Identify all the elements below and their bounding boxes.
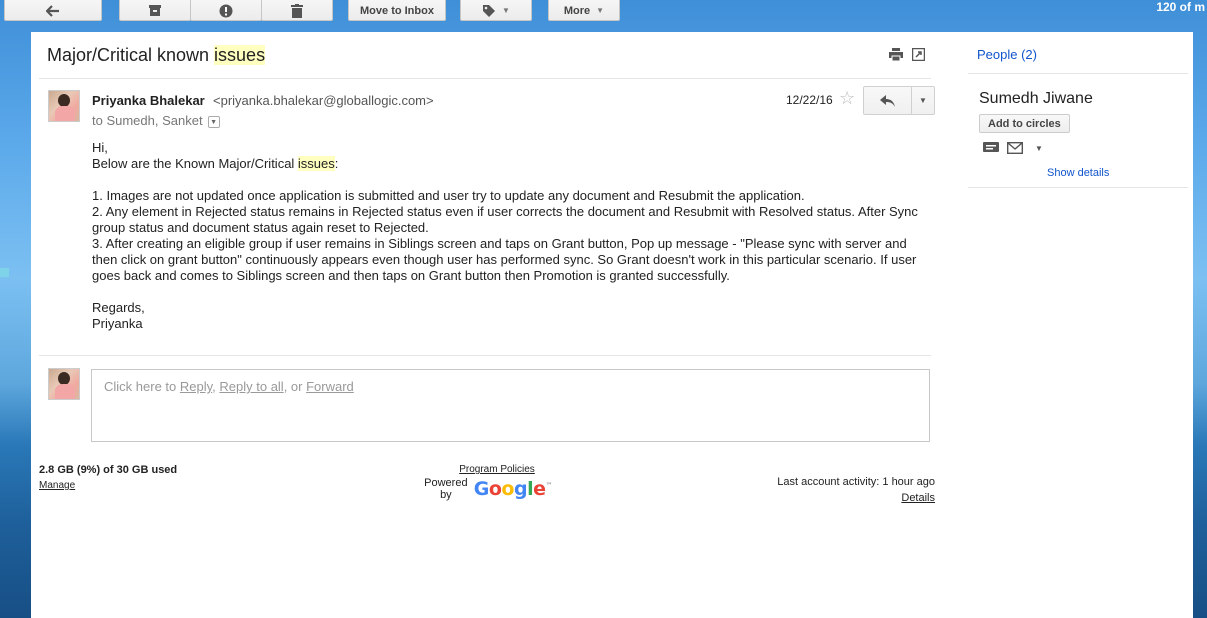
more-actions-button[interactable]: ▼ [912,86,935,115]
print-icon[interactable] [889,48,903,61]
manage-link[interactable]: Manage [39,480,177,491]
closing: Regards, [92,300,145,315]
user-avatar [48,368,80,400]
more-label: More [563,4,591,17]
trademark: ™ [545,481,553,490]
people-header[interactable]: People (2) [977,47,1037,62]
chevron-down-icon: ▼ [596,6,605,15]
reply-link[interactable]: Reply [180,379,212,394]
back-arrow-icon [46,4,59,17]
signature: Priyanka [92,316,143,331]
chevron-down-icon: ▼ [919,96,927,105]
back-button[interactable] [4,0,102,21]
person-name: Sumedh Jiwane [979,90,1093,107]
chat-icon[interactable] [983,142,999,154]
message-count: 120 of m [1156,0,1205,14]
intro-line: Below are the Known Major/Critical issue… [92,156,922,172]
details-link[interactable]: Details [777,492,935,504]
email-body: Hi, Below are the Known Major/Critical i… [92,140,922,332]
email-subject: Major/Critical known issues [47,45,266,66]
issue-item-1: 1. Images are not updated once applicati… [92,188,805,203]
powered-by: Powered by Google™ [422,477,552,501]
issue-item-2: 2. Any element in Rejected status remain… [92,204,918,235]
recipients-text: to Sumedh, Sanket [92,113,203,128]
issue-item-3: 3. After creating an eligible group if u… [92,236,917,283]
people-divider [968,73,1188,74]
show-details-link[interactable]: Show details [1047,167,1109,179]
reply-box[interactable]: Click here to Reply, Reply to all, or Fo… [91,369,930,442]
trash-icon [291,3,303,18]
last-activity-text: Last account activity: 1 hour ago [777,476,935,488]
sender-email: <priyanka.bhalekar@globallogic.com> [213,93,434,108]
powered-by-text: Powered by [424,477,468,501]
new-window-icon[interactable] [912,48,925,61]
move-to-inbox-label: Move to Inbox [360,4,434,17]
sender-avatar[interactable] [48,90,80,122]
reply-button-group: ▼ [863,86,935,115]
person-divider [968,187,1188,188]
subject-divider [39,78,931,79]
toolbar: Move to Inbox ▼ More ▼ 120 of m [0,0,1207,24]
report-spam-icon [219,4,233,17]
reply-button[interactable] [863,86,912,115]
recipients: to Sumedh, Sanket ▼ [92,113,220,128]
intro-highlight: issues [297,156,335,171]
chevron-down-icon: ▼ [502,6,510,15]
archive-icon [149,5,161,16]
add-to-circles-button[interactable]: Add to circles [979,114,1070,133]
move-to-inbox-button[interactable]: Move to Inbox [348,0,446,21]
labels-button[interactable]: ▼ [460,0,532,21]
star-icon[interactable]: ☆ [839,88,855,109]
body-divider [39,355,931,356]
email-date: 12/22/16 [786,93,833,107]
forward-link[interactable]: Forward [306,379,354,394]
show-details-dropdown-icon[interactable]: ▼ [207,116,220,128]
chevron-down-icon[interactable]: ▼ [1035,144,1043,153]
footer-center: Program Policies Powered by Google™ [422,464,552,501]
storage-text: 2.8 GB (9%) of 30 GB used [39,464,178,476]
sender-name[interactable]: Priyanka Bhalekar [92,93,205,108]
reply-arrow-icon [879,94,895,107]
message-panel: Major/Critical known issues Priyanka Bha… [31,32,1193,618]
greeting: Hi, [92,140,108,155]
delete-button[interactable] [261,0,333,21]
reply-all-link[interactable]: Reply to all [219,379,283,394]
reply-separator: , or [283,379,307,394]
person-actions: ▼ [983,142,1043,154]
report-spam-button[interactable] [190,0,262,21]
program-policies-link[interactable]: Program Policies [442,464,552,475]
storage-info: 2.8 GB (9%) of 30 GB used Manage [39,464,177,491]
intro-suffix: : [334,156,339,171]
account-activity: Last account activity: 1 hour ago Detail… [777,476,935,504]
reply-prompt-text: Click here to [104,379,180,394]
edge-marker [0,268,9,277]
more-button[interactable]: More ▼ [548,0,620,21]
subject-actions [889,48,925,61]
label-tag-icon [483,4,496,17]
email-icon[interactable] [1007,142,1023,154]
google-logo: Google™ [473,478,553,500]
intro-text: Below are the Known Major/Critical [92,156,298,171]
subject-highlight: issues [214,45,266,65]
archive-button[interactable] [119,0,191,21]
subject-text: Major/Critical known [47,45,215,65]
